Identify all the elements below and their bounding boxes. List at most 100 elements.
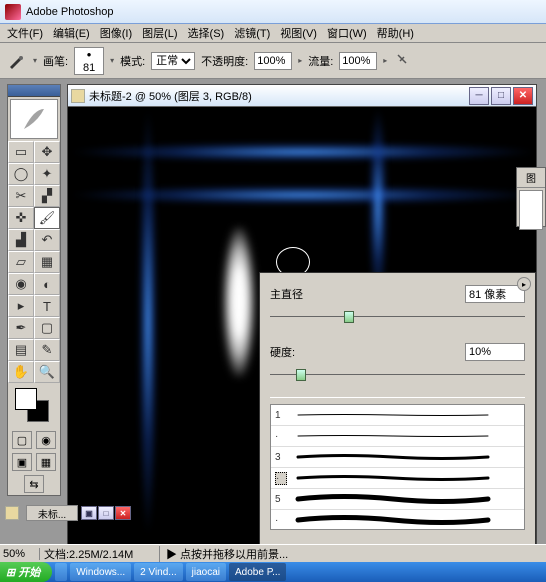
app-title: Adobe Photoshop xyxy=(26,6,113,18)
mindoc-name[interactable]: 未标... xyxy=(26,505,78,521)
color-swatches xyxy=(11,386,57,426)
move-tool[interactable]: ✥ xyxy=(34,141,60,163)
taskbar-item[interactable] xyxy=(55,563,67,581)
brush-preset-row[interactable]: · xyxy=(271,468,524,489)
zoom-tool[interactable]: 🔍 xyxy=(34,361,60,383)
menu-filter[interactable]: 滤镜(T) xyxy=(229,23,275,43)
brush-preset-row[interactable]: 5 xyxy=(271,489,524,510)
app-icon xyxy=(5,4,21,20)
zoom-level[interactable]: 50% xyxy=(0,548,40,560)
menu-layer[interactable]: 图层(L) xyxy=(137,23,182,43)
hardness-value[interactable]: 10% xyxy=(465,343,525,361)
menu-select[interactable]: 选择(S) xyxy=(183,23,230,43)
pen-tool[interactable]: ✒ xyxy=(8,317,34,339)
brush-size-value: 81 xyxy=(83,62,95,74)
start-button[interactable]: ⊞ 开始 xyxy=(0,562,52,582)
status-hint: ▶ 点按并拖移以用前景... xyxy=(160,546,288,562)
document-titlebar[interactable]: 未标题-2 @ 50% (图层 3, RGB/8) ─ □ ✕ xyxy=(68,85,536,107)
menu-window[interactable]: 窗口(W) xyxy=(322,23,372,43)
notes-tool[interactable]: ▤ xyxy=(8,339,34,361)
artwork-glow xyxy=(138,107,158,537)
mindoc-restore[interactable]: ▣ xyxy=(81,506,97,520)
path-tool[interactable]: ▸ xyxy=(8,295,34,317)
standard-mode-icon[interactable]: ▢ xyxy=(12,431,32,449)
opacity-input[interactable] xyxy=(254,52,292,70)
marquee-tool[interactable]: ▭ xyxy=(8,141,34,163)
document-title: 未标题-2 @ 50% (图层 3, RGB/8) xyxy=(89,88,252,104)
heal-tool[interactable]: ✜ xyxy=(8,207,34,229)
blur-tool[interactable]: ◉ xyxy=(8,273,34,295)
brush-preset-list[interactable]: 1·3·5·9 xyxy=(270,404,525,530)
mindoc-close[interactable]: ✕ xyxy=(115,506,131,520)
brush-preset-row[interactable]: · xyxy=(271,426,524,447)
dodge-tool[interactable]: ◐ xyxy=(34,273,60,295)
options-bar: ▾ 画笔: • 81 ▾ 模式: 正常 不透明度: ▸ 流量: ▸ xyxy=(0,43,546,79)
app-titlebar: Adobe Photoshop xyxy=(0,0,546,24)
document-icon xyxy=(5,506,19,520)
gradient-tool[interactable]: ▦ xyxy=(34,251,60,273)
jump-to-imageready[interactable]: ⇆ xyxy=(24,475,44,493)
status-bar: 50% 文档:2.25M/2.14M ▶ 点按并拖移以用前景... xyxy=(0,544,546,562)
side-panel-tab[interactable]: 图 xyxy=(517,168,545,188)
diameter-value[interactable]: 81 像素 xyxy=(465,285,525,303)
brush-preset-row[interactable]: 1 xyxy=(271,405,524,426)
menu-view[interactable]: 视图(V) xyxy=(275,23,322,43)
popup-menu-arrow[interactable]: ▸ xyxy=(517,277,531,291)
taskbar-item[interactable]: Windows... xyxy=(70,563,131,581)
wand-tool[interactable]: ✦ xyxy=(34,163,60,185)
brush-preset-dropdown[interactable]: • 81 xyxy=(74,47,104,75)
foreground-color[interactable] xyxy=(15,388,37,410)
shape-tool[interactable]: ▢ xyxy=(34,317,60,339)
screen-mode-1[interactable]: ▣ xyxy=(12,453,32,471)
lasso-tool[interactable]: ◯ xyxy=(8,163,34,185)
diameter-slider[interactable] xyxy=(270,309,525,325)
menu-file[interactable]: 文件(F) xyxy=(2,23,48,43)
brush-tool-icon[interactable] xyxy=(5,50,27,72)
brush-preset-row[interactable]: 3 xyxy=(271,447,524,468)
document-icon xyxy=(71,89,85,103)
minimize-button[interactable]: ─ xyxy=(469,87,489,105)
quickmask-mode-icon[interactable]: ◉ xyxy=(36,431,56,449)
mode-select[interactable]: 正常 xyxy=(151,52,195,70)
opacity-arrow[interactable]: ▸ xyxy=(298,56,302,65)
hand-tool[interactable]: ✋ xyxy=(8,361,34,383)
menu-help[interactable]: 帮助(H) xyxy=(372,23,419,43)
airbrush-icon[interactable] xyxy=(393,50,415,72)
menu-image[interactable]: 图像(I) xyxy=(95,23,137,43)
stamp-tool[interactable]: ▟ xyxy=(8,229,34,251)
toolbox-header[interactable] xyxy=(8,85,60,97)
brush-label: 画笔: xyxy=(43,53,68,69)
document-window: 未标题-2 @ 50% (图层 3, RGB/8) ─ □ ✕ ▸ 主直径 81… xyxy=(67,84,537,544)
maximize-button[interactable]: □ xyxy=(491,87,511,105)
crop-tool[interactable]: ✂ xyxy=(8,185,34,207)
brush-dd-arrow[interactable]: ▾ xyxy=(110,56,114,65)
start-icon: ⊞ xyxy=(6,566,15,579)
hardness-slider[interactable] xyxy=(270,367,525,383)
brush-preset-row[interactable]: · xyxy=(271,510,524,530)
opacity-label: 不透明度: xyxy=(201,53,248,69)
eraser-tool[interactable]: ▱ xyxy=(8,251,34,273)
taskbar-item[interactable]: 2 Vind... xyxy=(134,563,183,581)
side-panel[interactable]: 图 xyxy=(516,167,546,227)
doc-size[interactable]: 文档:2.25M/2.14M xyxy=(40,546,160,562)
tool-preset-arrow[interactable]: ▾ xyxy=(33,56,37,65)
eyedropper-tool[interactable]: ✎ xyxy=(34,339,60,361)
flow-input[interactable] xyxy=(339,52,377,70)
brush-stroke xyxy=(223,227,255,377)
mindoc-max[interactable]: □ xyxy=(98,506,114,520)
taskbar-item[interactable]: Adobe P... xyxy=(229,563,286,581)
slice-tool[interactable]: ▞ xyxy=(34,185,60,207)
canvas[interactable]: ▸ 主直径 81 像素 硬度: 10% 1·3·5·9 xyxy=(68,107,536,544)
flow-label: 流量: xyxy=(308,53,333,69)
feather-icon xyxy=(19,104,49,134)
taskbar-item[interactable]: jiaocai xyxy=(186,563,226,581)
menu-edit[interactable]: 编辑(E) xyxy=(48,23,95,43)
brush-tool[interactable]: 🖌 xyxy=(34,207,60,229)
type-tool[interactable]: T xyxy=(34,295,60,317)
screen-mode-2[interactable]: ▦ xyxy=(36,453,56,471)
flow-arrow[interactable]: ▸ xyxy=(383,56,387,65)
close-button[interactable]: ✕ xyxy=(513,87,533,105)
hardness-label: 硬度: xyxy=(270,344,465,360)
history-brush-tool[interactable]: ↶ xyxy=(34,229,60,251)
taskbar: ⊞ 开始 Windows...2 Vind...jiaocaiAdobe P..… xyxy=(0,562,546,582)
